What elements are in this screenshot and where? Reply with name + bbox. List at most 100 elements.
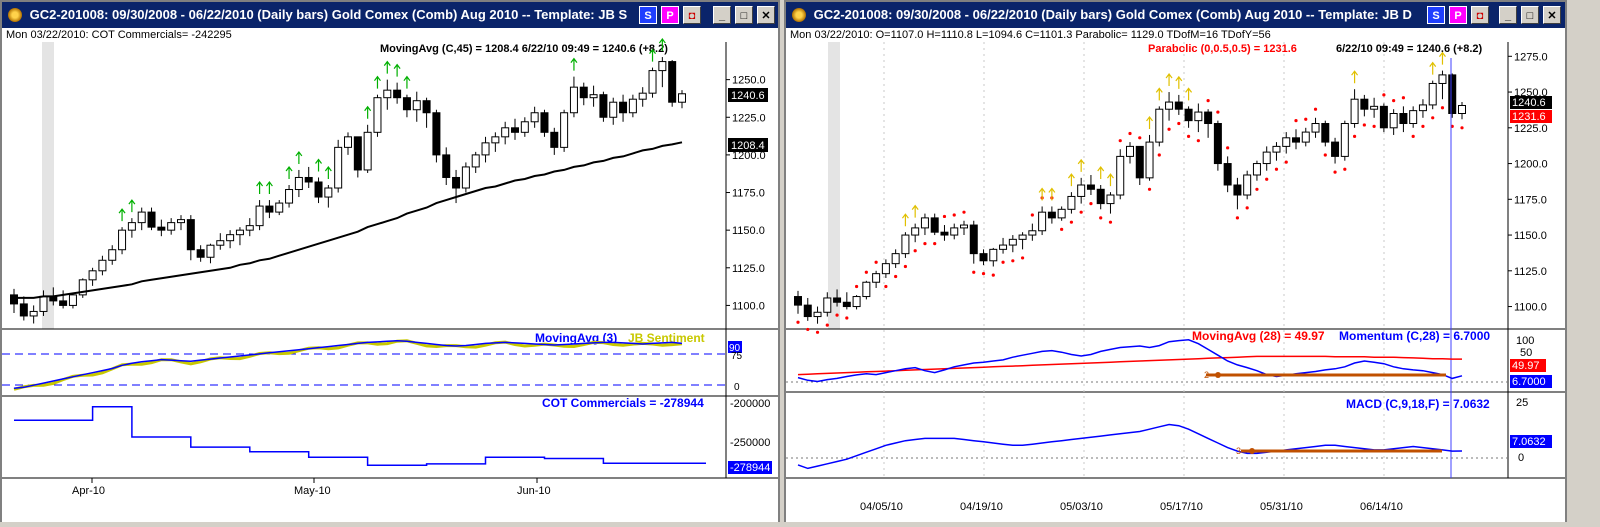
candle-body xyxy=(1340,123,1349,157)
candle-body xyxy=(852,296,861,308)
chart-icon[interactable]: ◘ xyxy=(1471,6,1489,24)
parabolic-dot xyxy=(1079,210,1083,214)
candle xyxy=(363,124,372,173)
candle-body xyxy=(127,222,136,231)
candle xyxy=(969,220,978,264)
candle xyxy=(78,278,87,298)
parabolic-dot xyxy=(1186,134,1191,138)
maximize-button[interactable]: □ xyxy=(1521,6,1539,24)
candle xyxy=(1252,160,1261,181)
signal-arrow xyxy=(1429,61,1437,75)
candle xyxy=(1262,146,1271,171)
candle xyxy=(235,227,244,246)
parabolic-dot xyxy=(1411,134,1415,138)
right-chart: Mon 03/22/2010: O=1107.0 H=1110.8 L=1094… xyxy=(786,29,1565,513)
candle xyxy=(245,218,254,237)
candle-body xyxy=(540,112,549,133)
candle-body xyxy=(668,61,677,103)
close-button[interactable]: ✕ xyxy=(1543,6,1561,24)
left-plot-area[interactable]: Mon 03/22/2010: COT Commercials= -242295… xyxy=(2,28,778,522)
candle-body xyxy=(1174,101,1183,110)
close-button[interactable]: ✕ xyxy=(757,6,775,24)
candle xyxy=(226,230,235,249)
macd-line xyxy=(797,423,1463,470)
candle-body xyxy=(648,70,657,94)
candle xyxy=(255,200,264,231)
parabolic-dot xyxy=(874,260,878,264)
candle-body xyxy=(501,127,510,138)
candle xyxy=(862,280,871,300)
parabolic-dot xyxy=(1255,187,1259,191)
left-price-header: MovingAvg (C,45) = 1208.4 6/22/10 09:49 … xyxy=(380,43,668,55)
candle-body xyxy=(1233,184,1242,196)
candle-body xyxy=(1311,123,1320,133)
candle-body xyxy=(950,227,959,236)
candle-body xyxy=(901,234,910,255)
ma-value-label: 1208.4 xyxy=(731,140,765,152)
parabolic-dot xyxy=(1001,260,1005,264)
p-button[interactable]: P xyxy=(1449,6,1467,24)
s-button[interactable]: S xyxy=(1427,6,1445,24)
y-tick-label: 1225.0 xyxy=(1514,123,1548,135)
s-button[interactable]: S xyxy=(639,6,657,24)
candle xyxy=(304,166,313,189)
selected-bar-highlight xyxy=(42,42,54,329)
cot-last-label: -278944 xyxy=(730,462,770,474)
candle-body xyxy=(569,86,578,114)
parabolic-dot xyxy=(1069,220,1074,224)
candle-body xyxy=(1067,195,1076,210)
candle xyxy=(569,76,578,118)
candle-body xyxy=(550,131,559,148)
candle xyxy=(1379,103,1388,133)
candle xyxy=(550,127,559,155)
parabolic-dot xyxy=(1138,136,1142,140)
right-chart-window: GC2-201008: 09/30/2008 - 06/22/2010 (Dai… xyxy=(784,0,1567,522)
candle xyxy=(147,207,156,231)
candle xyxy=(979,249,988,266)
signal-arrow xyxy=(1185,87,1193,101)
candle xyxy=(589,85,598,107)
signal-arrow xyxy=(315,158,323,172)
minimize-button[interactable]: _ xyxy=(713,6,731,24)
p-button[interactable]: P xyxy=(661,6,679,24)
candle xyxy=(1311,117,1320,138)
cot-header: COT Commercials = -278944 xyxy=(542,396,704,410)
momentum-ma-value: 49.97 xyxy=(1512,360,1540,372)
jb-sentiment-line xyxy=(13,339,683,391)
right-plot-area[interactable]: Mon 03/22/2010: O=1107.0 H=1110.8 L=1094… xyxy=(786,28,1565,522)
candle-body xyxy=(1165,101,1174,110)
candle-body xyxy=(1038,211,1047,232)
parabolic-dot xyxy=(903,264,908,269)
momentum-ma-line xyxy=(797,355,1462,376)
candle xyxy=(940,225,949,241)
parabolic-dot xyxy=(913,249,917,253)
candle xyxy=(59,290,68,309)
candle-body xyxy=(1350,98,1359,125)
parabolic-dot xyxy=(1235,216,1240,220)
candle-body xyxy=(1135,145,1144,179)
minimize-button[interactable]: _ xyxy=(1499,6,1517,24)
candle xyxy=(98,255,107,276)
candle-body xyxy=(989,248,998,262)
candle xyxy=(157,219,166,237)
signal-arrow xyxy=(901,213,909,227)
selected-bar-highlight xyxy=(828,42,840,329)
signal-arrow xyxy=(393,63,401,77)
candle xyxy=(1233,177,1242,210)
candle-body xyxy=(1204,111,1213,125)
candle xyxy=(1418,99,1427,118)
maximize-button[interactable]: □ xyxy=(735,6,753,24)
candle xyxy=(29,305,38,324)
last-price-label: 1240.6 xyxy=(731,90,765,102)
parabolic-dot xyxy=(923,242,927,246)
candle-body xyxy=(285,189,294,204)
y-tick-label: 1150.0 xyxy=(732,225,765,237)
y-tick-label: 1225.0 xyxy=(732,112,766,124)
candle xyxy=(1458,102,1466,120)
chart-icon[interactable]: ◘ xyxy=(683,6,701,24)
candle xyxy=(10,288,18,313)
parabolic-dot xyxy=(981,272,986,276)
candle-body xyxy=(1399,113,1408,125)
y-tick-label: 1175.0 xyxy=(1514,194,1547,206)
candle xyxy=(1038,206,1047,236)
